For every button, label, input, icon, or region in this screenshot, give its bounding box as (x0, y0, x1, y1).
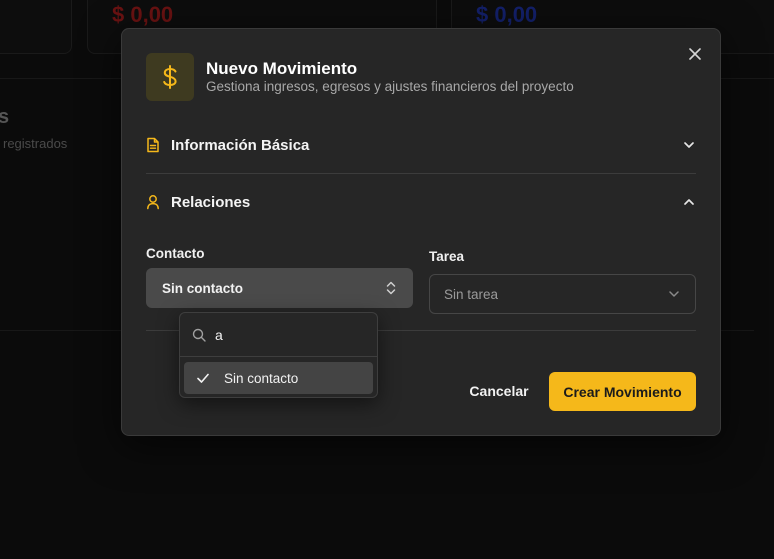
section-label: Relaciones (171, 193, 251, 211)
section-label: Información Básica (171, 136, 310, 154)
dropdown-option-label: Sin contacto (224, 370, 299, 386)
section-informacion-basica[interactable]: Información Básica (146, 130, 696, 160)
background-section-subtitle: registrados (3, 136, 68, 151)
section-divider (146, 173, 696, 174)
contact-label: Contacto (146, 246, 205, 261)
dialog-subtitle: Gestiona ingresos, egresos y ajustes fin… (206, 79, 574, 94)
background-section-title: s (0, 106, 10, 128)
create-movement-button[interactable]: Crear Movimiento (549, 372, 696, 411)
check-icon (196, 371, 210, 385)
background-amount-positive: $ 0,00 (476, 2, 538, 27)
dollar-sign-icon (163, 65, 177, 89)
close-icon (689, 48, 701, 60)
chevron-down-icon (682, 138, 696, 152)
search-icon (192, 328, 206, 342)
chevrons-up-down-icon (385, 280, 397, 296)
background-card (0, 0, 72, 54)
contact-select-value: Sin contacto (162, 280, 244, 296)
dropdown-search-input[interactable] (215, 326, 355, 343)
task-select[interactable]: Sin tarea (429, 274, 696, 314)
chevron-up-icon (682, 195, 696, 209)
dialog-title: Nuevo Movimiento (206, 59, 358, 78)
contact-dropdown: Sin contacto (179, 312, 378, 398)
header-icon-box (146, 53, 194, 101)
task-select-value: Sin tarea (444, 286, 499, 302)
document-icon (146, 137, 162, 153)
section-relaciones[interactable]: Relaciones (146, 187, 696, 217)
chevron-down-icon (667, 287, 681, 301)
dropdown-search (180, 313, 377, 357)
close-button[interactable] (684, 43, 706, 65)
dropdown-option-sin-contacto[interactable]: Sin contacto (184, 362, 373, 394)
background-amount-negative: $ 0,00 (112, 2, 174, 27)
user-icon (146, 194, 162, 210)
contact-select[interactable]: Sin contacto (146, 268, 413, 308)
cancel-button[interactable]: Cancelar (462, 371, 536, 411)
task-label: Tarea (429, 249, 465, 264)
